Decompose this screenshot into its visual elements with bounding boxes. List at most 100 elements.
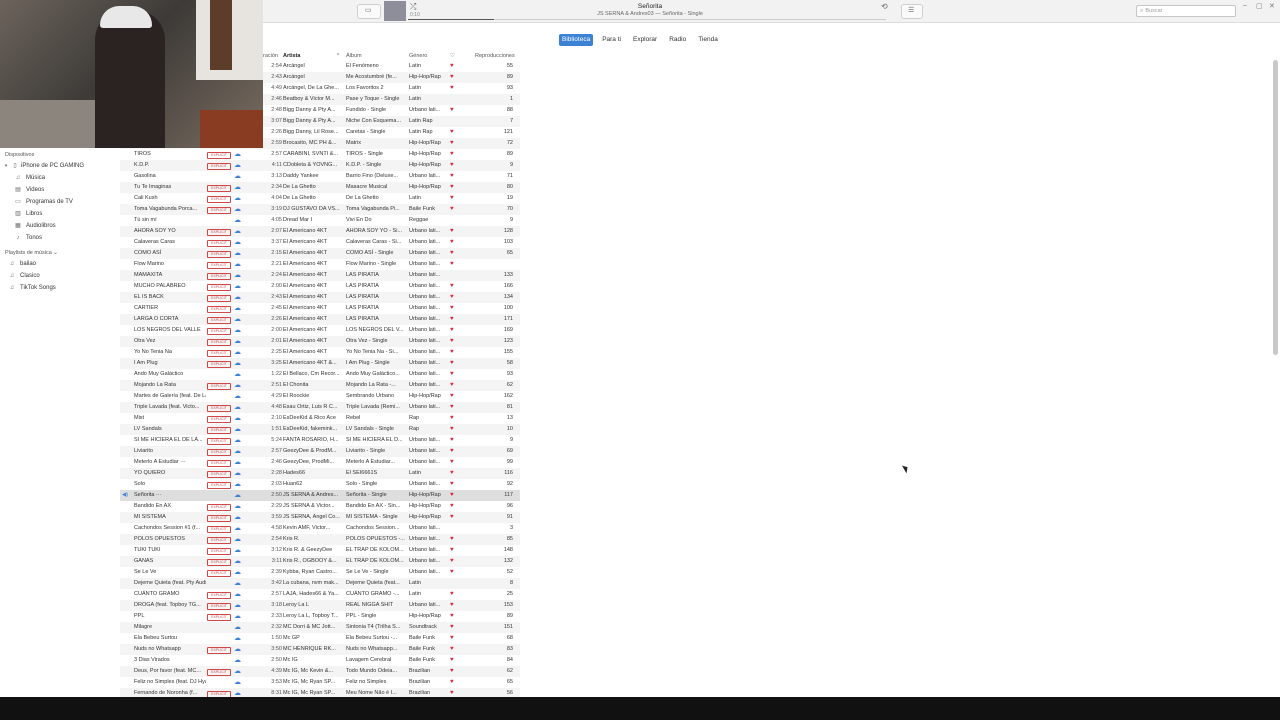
heart-icon[interactable]: ♥ (450, 622, 458, 633)
heart-icon[interactable]: ♥ (450, 655, 458, 666)
minimize-icon[interactable]: – (1243, 2, 1247, 9)
song-row[interactable]: Mist EXPLICIT ☁ 2:10 EsDeeKid & Rico Ace Rebe… (120, 413, 520, 424)
sidebar-playlist-tiktok[interactable]: ♫ TikTok Songs (0, 282, 120, 294)
song-row[interactable]: Ando Muy Galáctico ☁ 1:22 El Bellaco, Cm Re… (120, 369, 520, 380)
cloud-download-icon[interactable]: ☁ (234, 391, 244, 402)
heart-icon[interactable]: ♥ (450, 325, 458, 336)
cloud-download-icon[interactable]: ☁ (234, 204, 244, 215)
cloud-download-icon[interactable]: ☁ (234, 358, 244, 369)
song-row[interactable]: ◀) Señorita ··· ☁ 2:50 JS SERNA & Andres... S… (120, 490, 520, 501)
cloud-download-icon[interactable]: ☁ (234, 380, 244, 391)
cloud-download-icon[interactable]: ☁ (234, 182, 244, 193)
sidebar-device[interactable]: ▾ ▯ iPhone de PC GAMING (0, 160, 120, 172)
song-row[interactable]: Gasolina ☁ 3:13 Daddy Yankee Barrio Fino (De… (120, 171, 520, 182)
cloud-download-icon[interactable]: ☁ (234, 149, 244, 160)
cloud-download-icon[interactable]: ☁ (234, 413, 244, 424)
column-header-artist[interactable]: Artista (283, 51, 300, 61)
heart-icon[interactable]: ♥ (450, 72, 458, 83)
tab-biblioteca[interactable]: Biblioteca (559, 34, 594, 46)
song-row[interactable]: Nuds no Whatsapp EXPLICIT ☁ 3:50 MC HENRIQUE… (120, 644, 520, 655)
cloud-download-icon[interactable]: ☁ (234, 677, 244, 688)
shuffle-icon[interactable]: ⤮ (410, 3, 416, 11)
song-row[interactable]: Deus, Por favor (feat. MC... EXPLICIT ☁ 4:3… (120, 666, 520, 677)
cloud-download-icon[interactable]: ☁ (234, 490, 244, 501)
song-row[interactable]: Tu Te Imaginas EXPLICIT ☁ 2:34 De La Ghetto M… (120, 182, 520, 193)
close-icon[interactable]: ✕ (1269, 2, 1275, 10)
heart-icon[interactable]: ♥ (450, 281, 458, 292)
heart-icon[interactable]: ♥ (450, 237, 458, 248)
heart-icon[interactable]: ♥ (450, 512, 458, 523)
song-row[interactable]: GANAS EXPLICIT ☁ 3:11 Kris R., OGBOOY &... EL… (120, 556, 520, 567)
heart-icon[interactable]: ♥ (450, 303, 458, 314)
heart-icon[interactable]: ♥ (450, 369, 458, 380)
heart-icon[interactable]: ♥ (450, 336, 458, 347)
tab-radio[interactable]: Radio (666, 34, 689, 46)
cloud-download-icon[interactable]: ☁ (234, 523, 244, 534)
song-row[interactable]: I Am Plug EXPLICIT ☁ 3:25 El Americano 4KT &… (120, 358, 520, 369)
heart-icon[interactable]: ♥ (450, 226, 458, 237)
song-row[interactable]: TUKI TUKI EXPLICIT ☁ 3:12 Kris R. & GeezyDee… (120, 545, 520, 556)
heart-icon[interactable]: ♥ (450, 644, 458, 655)
cloud-download-icon[interactable]: ☁ (234, 446, 244, 457)
cloud-download-icon[interactable]: ☁ (234, 435, 244, 446)
song-row[interactable]: YO QUIERO EXPLICIT ☁ 2:28 Hades66 El SEI6661S… (120, 468, 520, 479)
song-row[interactable]: LV Sandals EXPLICIT ☁ 1:51 EsDeeKid, fakemin… (120, 424, 520, 435)
tab-para-ti[interactable]: Para ti (599, 34, 624, 46)
cloud-download-icon[interactable]: ☁ (234, 578, 244, 589)
heart-icon[interactable]: ♥ (450, 83, 458, 94)
heart-icon[interactable]: ♥ (450, 501, 458, 512)
cloud-download-icon[interactable]: ☁ (234, 226, 244, 237)
cloud-download-icon[interactable]: ☁ (234, 556, 244, 567)
heart-icon[interactable]: ♥ (450, 358, 458, 369)
heart-icon[interactable]: ♥ (450, 468, 458, 479)
song-row[interactable]: Se Le Ve EXPLICIT ☁ 2:39 Kybba, Ryan Castro.… (120, 567, 520, 578)
sidebar-item-musica[interactable]: ♫ Música (0, 172, 120, 184)
heart-icon[interactable]: ♥ (450, 292, 458, 303)
song-row[interactable]: AHORA SOY YO EXPLICIT ☁ 2:07 El Americano 4K… (120, 226, 520, 237)
cloud-download-icon[interactable]: ☁ (234, 215, 244, 226)
song-row[interactable]: COMO ASÍ EXPLICIT ☁ 2:15 El Americano 4KT COM… (120, 248, 520, 259)
cloud-download-icon[interactable]: ☁ (234, 325, 244, 336)
heart-icon[interactable]: ♥ (450, 138, 458, 149)
heart-icon[interactable]: ♥ (450, 204, 458, 215)
cloud-download-icon[interactable]: ☁ (234, 633, 244, 644)
tab-explorar[interactable]: Explorar (630, 34, 660, 46)
song-row[interactable]: Liviarito EXPLICIT ☁ 2:57 GeezyDee & ProdM..… (120, 446, 520, 457)
heart-icon[interactable]: ♥ (450, 182, 458, 193)
cloud-download-icon[interactable]: ☁ (234, 600, 244, 611)
sidebar-playlist-clasico[interactable]: ♫ Clasico (0, 270, 120, 282)
cloud-download-icon[interactable]: ☁ (234, 303, 244, 314)
heart-icon[interactable]: ♥ (450, 556, 458, 567)
column-header-plays[interactable]: Reproducciones (475, 51, 515, 61)
song-row[interactable]: Cali Kush EXPLICIT ☁ 4:04 De La Ghetto De La … (120, 193, 520, 204)
song-row[interactable]: CARTIER EXPLICIT ☁ 2:45 El Americano 4KT LAS … (120, 303, 520, 314)
song-row[interactable]: Triple Lavada (feat. Victo... EXPLICIT ☁ 4:… (120, 402, 520, 413)
song-row[interactable]: Ela Bebeu Surtou ☁ 1:50 Mc GP Ela Bebeu Surt… (120, 633, 520, 644)
cloud-download-icon[interactable]: ☁ (234, 281, 244, 292)
cloud-download-icon[interactable]: ☁ (234, 314, 244, 325)
song-row[interactable]: MUCHO PALABREO EXPLICIT ☁ 2:00 El Americano … (120, 281, 520, 292)
sidebar-item-videos[interactable]: ▤ Videos (0, 184, 120, 196)
cloud-download-icon[interactable]: ☁ (234, 622, 244, 633)
cloud-download-icon[interactable]: ☁ (234, 479, 244, 490)
song-row[interactable]: Martes de Galería (feat. De La Ghe... ☁ 4:… (120, 391, 520, 402)
song-row[interactable]: EL IS BACK EXPLICIT ☁ 2:43 El Americano 4KT L… (120, 292, 520, 303)
heart-icon[interactable]: ♥ (450, 633, 458, 644)
column-header-album[interactable]: Álbum (346, 51, 362, 61)
song-row[interactable]: Tú sin mí ☁ 4:05 Dread Mar I Vivi En Do Regga… (120, 215, 520, 226)
sidebar-item-audiolibros[interactable]: ▦ Audiolibros (0, 220, 120, 232)
cloud-download-icon[interactable]: ☁ (234, 501, 244, 512)
cloud-download-icon[interactable]: ☁ (234, 424, 244, 435)
cloud-download-icon[interactable]: ☁ (234, 292, 244, 303)
disclosure-triangle-icon[interactable]: ▾ (3, 160, 9, 172)
column-header-time[interactable]: ración (263, 51, 278, 61)
heart-icon[interactable]: ♥ (450, 435, 458, 446)
cloud-download-icon[interactable]: ☁ (234, 248, 244, 259)
cloud-download-icon[interactable]: ☁ (234, 512, 244, 523)
cloud-download-icon[interactable]: ☁ (234, 468, 244, 479)
column-header-genre[interactable]: Género (409, 51, 427, 61)
heart-icon[interactable]: ♥ (450, 149, 458, 160)
song-row[interactable]: Yo No Tenia Na EXPLICIT ☁ 2:25 El Americano … (120, 347, 520, 358)
playback-progress[interactable] (408, 19, 886, 20)
song-row[interactable]: MAMAXITA EXPLICIT ☁ 2:24 El Americano 4KT LAS… (120, 270, 520, 281)
